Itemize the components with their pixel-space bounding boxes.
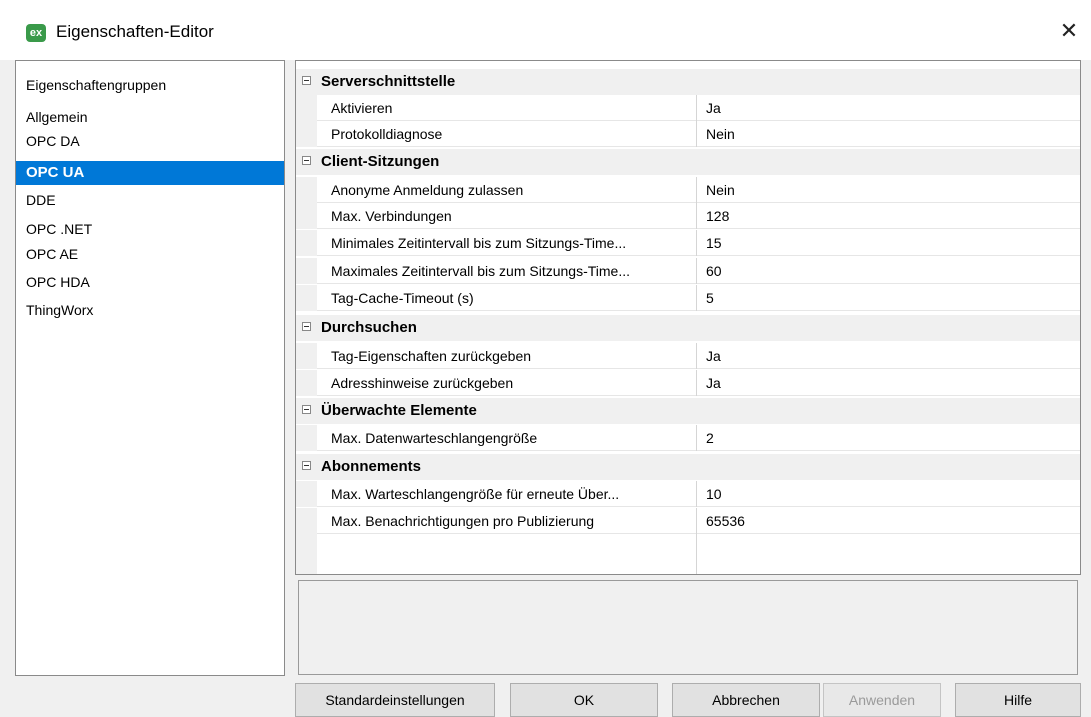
- collapse-icon[interactable]: [302, 156, 311, 165]
- property-name: Adresshinweise zurückgeben: [331, 375, 514, 391]
- property-name: Protokolldiagnose: [331, 126, 443, 142]
- property-row[interactable]: Anonyme Anmeldung zulassen Nein: [296, 177, 1080, 203]
- property-value[interactable]: 10: [706, 486, 722, 502]
- property-grid[interactable]: Serverschnittstelle Aktivieren Ja Protok…: [295, 60, 1081, 575]
- window-title: Eigenschaften-Editor: [56, 22, 214, 41]
- group-item-allgemein[interactable]: Allgemein: [16, 105, 284, 129]
- property-row[interactable]: Protokolldiagnose Nein: [296, 121, 1080, 147]
- category-label: Durchsuchen: [321, 319, 417, 336]
- group-item-opc-net[interactable]: OPC .NET: [16, 217, 284, 241]
- group-item-thingworx[interactable]: ThingWorx: [16, 298, 284, 322]
- category-row-abonnements[interactable]: Abonnements: [296, 454, 1080, 480]
- property-value[interactable]: 128: [706, 208, 729, 224]
- close-icon[interactable]: ✕: [1047, 12, 1091, 50]
- property-value[interactable]: Nein: [706, 182, 735, 198]
- property-row[interactable]: Minimales Zeitintervall bis zum Sitzungs…: [296, 230, 1080, 256]
- category-label: Überwachte Elemente: [321, 402, 477, 419]
- property-row[interactable]: Max. Verbindungen 128: [296, 203, 1080, 229]
- apply-button[interactable]: Anwenden: [823, 683, 941, 717]
- category-label: Serverschnittstelle: [321, 73, 456, 90]
- property-value[interactable]: 5: [706, 290, 714, 306]
- groups-header: Eigenschaftengruppen: [26, 77, 167, 93]
- property-value[interactable]: 60: [706, 263, 722, 279]
- group-item-opc-hda[interactable]: OPC HDA: [16, 270, 284, 294]
- property-row[interactable]: Max. Benachrichtigungen pro Publizierung…: [296, 508, 1080, 534]
- category-row-serverschnittstelle[interactable]: Serverschnittstelle: [296, 69, 1080, 95]
- property-groups-list[interactable]: Eigenschaftengruppen Allgemein OPC DA OP…: [15, 60, 285, 676]
- category-row-ueberwachte-elemente[interactable]: Überwachte Elemente: [296, 398, 1080, 424]
- collapse-icon[interactable]: [302, 405, 311, 414]
- group-item-opc-ua[interactable]: OPC UA: [16, 161, 284, 185]
- collapse-icon[interactable]: [302, 76, 311, 85]
- property-row[interactable]: Tag-Cache-Timeout (s) 5: [296, 285, 1080, 311]
- property-name: Tag-Cache-Timeout (s): [331, 290, 474, 306]
- group-item-opc-da[interactable]: OPC DA: [16, 129, 284, 153]
- property-row[interactable]: Aktivieren Ja: [296, 95, 1080, 121]
- property-value[interactable]: 2: [706, 430, 714, 446]
- category-label: Client-Sitzungen: [321, 153, 440, 170]
- property-row[interactable]: Tag-Eigenschaften zurückgeben Ja: [296, 343, 1080, 369]
- cancel-button[interactable]: Abbrechen: [672, 683, 820, 717]
- property-row[interactable]: Adresshinweise zurückgeben Ja: [296, 370, 1080, 396]
- property-value[interactable]: 65536: [706, 513, 745, 529]
- property-value[interactable]: Nein: [706, 126, 735, 142]
- category-row-durchsuchen[interactable]: Durchsuchen: [296, 315, 1080, 341]
- group-item-opc-ae[interactable]: OPC AE: [16, 242, 284, 266]
- group-item-dde[interactable]: DDE: [16, 188, 284, 212]
- property-name: Max. Warteschlangengröße für erneute Übe…: [331, 486, 620, 502]
- property-value[interactable]: 15: [706, 235, 722, 251]
- app-icon: ex: [26, 24, 46, 42]
- help-button[interactable]: Hilfe: [955, 683, 1081, 717]
- property-name: Max. Benachrichtigungen pro Publizierung: [331, 513, 595, 529]
- property-name: Minimales Zeitintervall bis zum Sitzungs…: [331, 235, 627, 251]
- property-name: Maximales Zeitintervall bis zum Sitzungs…: [331, 263, 631, 279]
- ok-button[interactable]: OK: [510, 683, 658, 717]
- collapse-icon[interactable]: [302, 322, 311, 331]
- property-name: Tag-Eigenschaften zurückgeben: [331, 348, 532, 364]
- property-name: Anonyme Anmeldung zulassen: [331, 182, 524, 198]
- category-label: Abonnements: [321, 458, 422, 475]
- property-value[interactable]: Ja: [706, 375, 721, 391]
- property-value[interactable]: Ja: [706, 348, 721, 364]
- title-bar: ex Eigenschaften-Editor ✕: [0, 0, 1091, 60]
- property-row[interactable]: Max. Warteschlangengröße für erneute Übe…: [296, 481, 1080, 507]
- property-value[interactable]: Ja: [706, 100, 721, 116]
- collapse-icon[interactable]: [302, 461, 311, 470]
- category-row-client-sitzungen[interactable]: Client-Sitzungen: [296, 149, 1080, 175]
- property-name: Aktivieren: [331, 100, 393, 116]
- empty-grid-area: [296, 534, 1080, 574]
- property-name: Max. Datenwarteschlangengröße: [331, 430, 538, 446]
- property-row[interactable]: Max. Datenwarteschlangengröße 2: [296, 425, 1080, 451]
- property-name: Max. Verbindungen: [331, 208, 452, 224]
- description-pane: [298, 580, 1078, 675]
- defaults-button[interactable]: Standardeinstellungen: [295, 683, 495, 717]
- property-row[interactable]: Maximales Zeitintervall bis zum Sitzungs…: [296, 258, 1080, 284]
